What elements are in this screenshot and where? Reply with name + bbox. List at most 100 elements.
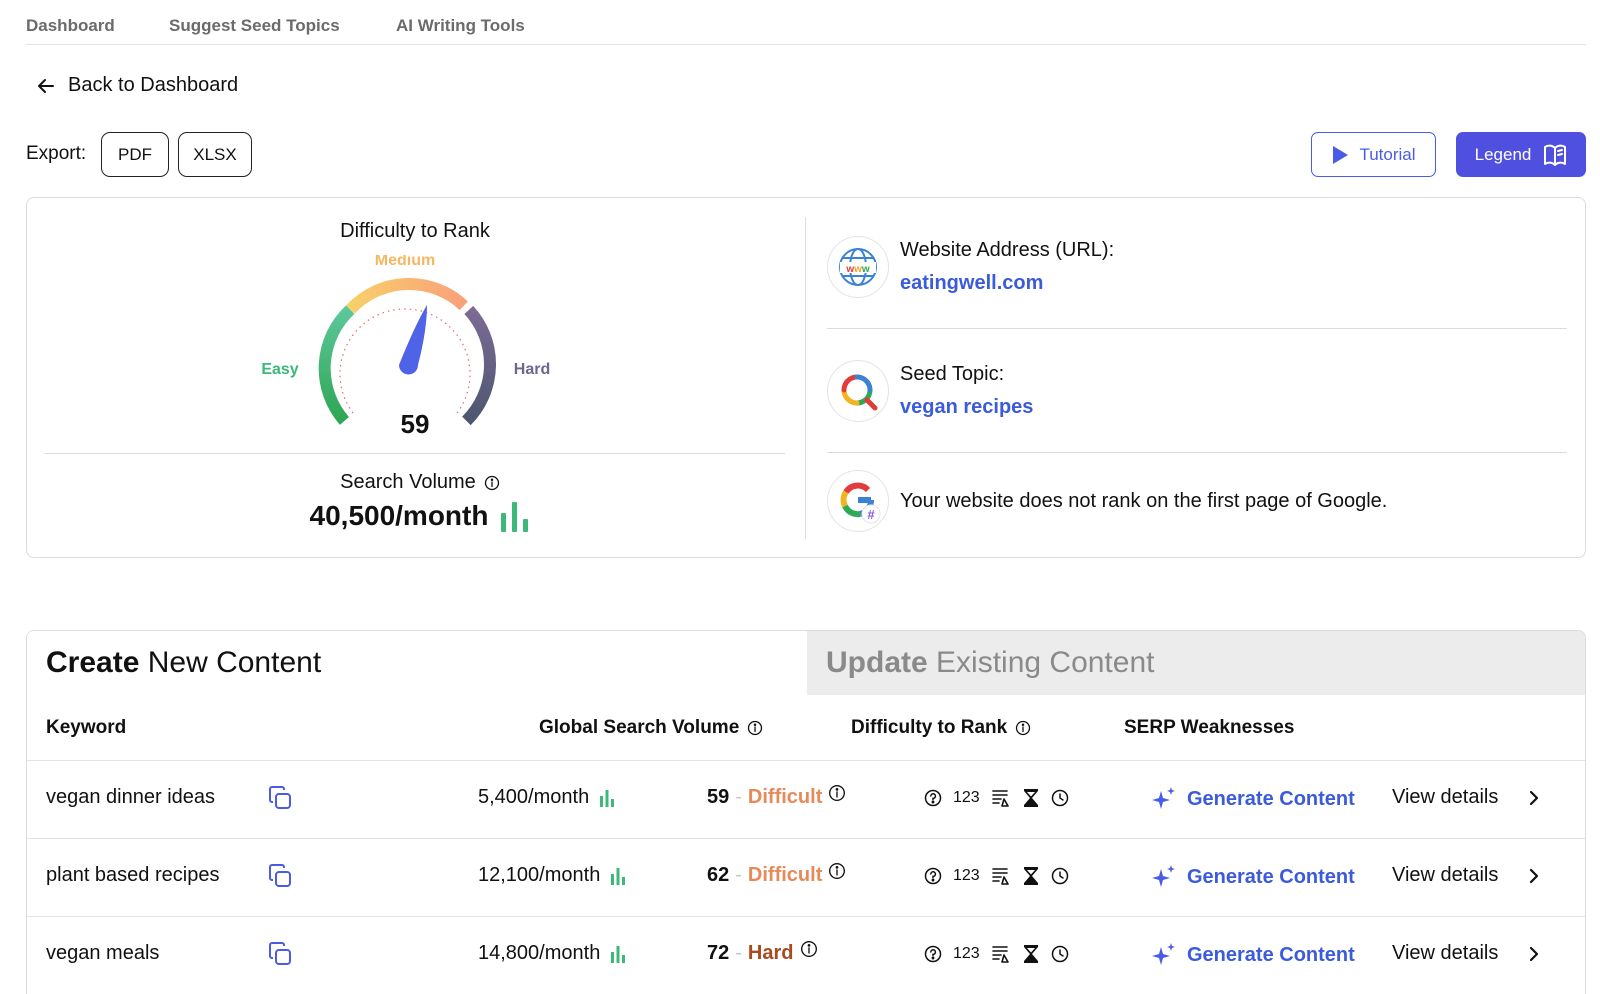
website-row: www Website Address (URL): eatingwell.co… xyxy=(827,236,1567,300)
bar-chart-icon xyxy=(600,789,615,807)
generate-content-button[interactable]: Generate Content xyxy=(1151,786,1355,812)
arrow-left-icon xyxy=(38,78,54,93)
tab-update-bold: Update xyxy=(826,646,928,679)
clock-icon[interactable] xyxy=(1051,945,1069,963)
seed-topic-link[interactable]: vegan recipes xyxy=(900,396,1033,419)
bar-chart-icon xyxy=(611,867,626,885)
nav-dashboard[interactable]: Dashboard xyxy=(26,16,115,36)
question-circle-icon[interactable] xyxy=(924,867,942,885)
tab-update-rest: Existing Content xyxy=(927,646,1155,679)
column-volume-label: Global Search Volume xyxy=(539,717,740,738)
copy-icon[interactable] xyxy=(267,785,293,816)
search-volume-number: 40,500/month xyxy=(309,500,489,531)
view-details-link[interactable]: View details xyxy=(1392,864,1540,887)
copy-icon[interactable] xyxy=(267,941,293,972)
info-icon[interactable] xyxy=(800,940,818,958)
nav-suggest-seed-topics[interactable]: Suggest Seed Topics xyxy=(169,16,340,36)
view-details-label: View details xyxy=(1392,864,1499,886)
volume-cell: 12,100/month xyxy=(478,864,626,887)
view-details-link[interactable]: View details xyxy=(1392,942,1540,965)
difficulty-score: 62 xyxy=(707,864,730,886)
difficulty-cell: 72 - Hard xyxy=(707,940,818,965)
column-global-search-volume: Global Search Volume xyxy=(539,717,763,739)
question-circle-icon[interactable] xyxy=(924,789,942,807)
hourglass-icon[interactable] xyxy=(1022,944,1040,964)
serp-weaknesses-cell: 123 xyxy=(924,788,1069,808)
tab-update-existing-content[interactable]: Update Existing Content xyxy=(807,631,1585,695)
copy-icon[interactable] xyxy=(267,863,293,894)
volume-text: 5,400/month xyxy=(478,786,590,808)
keyword-text: vegan meals xyxy=(46,942,160,964)
seed-topic-label: Seed Topic: xyxy=(900,363,1005,385)
clock-icon[interactable] xyxy=(1051,867,1069,885)
gauge-needle xyxy=(399,305,427,375)
clock-icon[interactable] xyxy=(1051,789,1069,807)
volume-cell: 5,400/month xyxy=(478,786,615,809)
volume-text: 12,100/month xyxy=(478,864,601,886)
website-link[interactable]: eatingwell.com xyxy=(900,272,1043,295)
serp-number: 123 xyxy=(953,867,980,884)
view-details-label: View details xyxy=(1392,942,1499,964)
export-xlsx-button[interactable]: XLSX xyxy=(178,132,252,177)
google-rank-message: Your website does not rank on the first … xyxy=(900,490,1388,512)
difficulty-separator: - xyxy=(735,942,742,964)
serp-number: 123 xyxy=(953,789,980,806)
info-icon[interactable] xyxy=(1015,720,1031,736)
question-circle-icon[interactable] xyxy=(924,945,942,963)
right-divider-1 xyxy=(827,328,1567,329)
view-details-label: View details xyxy=(1392,786,1499,808)
tab-create-rest: New Content xyxy=(139,646,322,679)
difficulty-level: Difficult xyxy=(747,786,823,808)
top-nav: Dashboard Suggest Seed Topics AI Writing… xyxy=(26,0,1586,45)
export-pdf-button[interactable]: PDF xyxy=(101,132,169,177)
serp-weaknesses-cell: 123 xyxy=(924,944,1069,964)
bar-chart-icon xyxy=(611,945,626,963)
text-lines-icon[interactable] xyxy=(991,866,1011,886)
google-rank-row: # Your website does not rank on the firs… xyxy=(827,470,1567,534)
svg-text:Hard: Hard xyxy=(514,361,550,378)
search-volume-title: Search Volume xyxy=(300,471,540,494)
table-row: vegan meals 14,800/month 72 - Hard 123 G… xyxy=(27,916,1585,994)
google-hashtag-icon: # xyxy=(827,470,889,532)
tab-create-bold: Create xyxy=(46,646,140,679)
bar-chart-icon xyxy=(501,502,529,532)
tab-create-new-content[interactable]: Create New Content xyxy=(27,631,807,695)
difficulty-separator: - xyxy=(735,864,742,886)
generate-content-button[interactable]: Generate Content xyxy=(1151,942,1355,968)
difficulty-score: 72 xyxy=(707,942,730,964)
back-label: Back to Dashboard xyxy=(68,74,239,96)
view-details-link[interactable]: View details xyxy=(1392,786,1540,809)
keyword-text: plant based recipes xyxy=(46,864,220,886)
legend-label: Legend xyxy=(1474,144,1532,164)
difficulty-cell: 59 - Difficult xyxy=(707,784,846,809)
info-icon[interactable] xyxy=(484,475,500,491)
tutorial-label: Tutorial xyxy=(1359,144,1416,164)
info-icon[interactable] xyxy=(747,720,763,736)
difficulty-title: Difficulty to Rank xyxy=(340,220,490,242)
card-divider xyxy=(805,217,806,539)
column-serp-weaknesses: SERP Weaknesses xyxy=(1124,717,1295,738)
nav-ai-writing-tools[interactable]: AI Writing Tools xyxy=(396,16,525,36)
text-lines-icon[interactable] xyxy=(991,944,1011,964)
tutorial-button[interactable]: Tutorial xyxy=(1311,132,1436,177)
hourglass-icon[interactable] xyxy=(1022,866,1040,886)
volume-cell: 14,800/month xyxy=(478,942,626,965)
search-volume-label: Search Volume xyxy=(340,471,476,493)
generate-content-label: Generate Content xyxy=(1187,865,1355,888)
info-icon[interactable] xyxy=(828,862,846,880)
difficulty-value: 59 xyxy=(400,409,430,439)
difficulty-level: Hard xyxy=(747,942,794,964)
hourglass-icon[interactable] xyxy=(1022,788,1040,808)
generate-content-button[interactable]: Generate Content xyxy=(1151,864,1355,890)
text-lines-icon[interactable] xyxy=(991,788,1011,808)
difficulty-separator: - xyxy=(735,786,742,808)
legend-button[interactable]: Legend xyxy=(1456,132,1586,177)
difficulty-score: 59 xyxy=(707,786,730,808)
back-to-dashboard-link[interactable]: Back to Dashboard xyxy=(36,74,238,97)
svg-text:Easy: Easy xyxy=(261,361,298,378)
svg-text:www: www xyxy=(845,264,870,275)
gauge-medium-arc xyxy=(345,277,468,314)
seed-topic-row: Seed Topic: vegan recipes xyxy=(827,360,1567,424)
info-icon[interactable] xyxy=(828,784,846,802)
search-magnifier-icon xyxy=(827,360,889,422)
